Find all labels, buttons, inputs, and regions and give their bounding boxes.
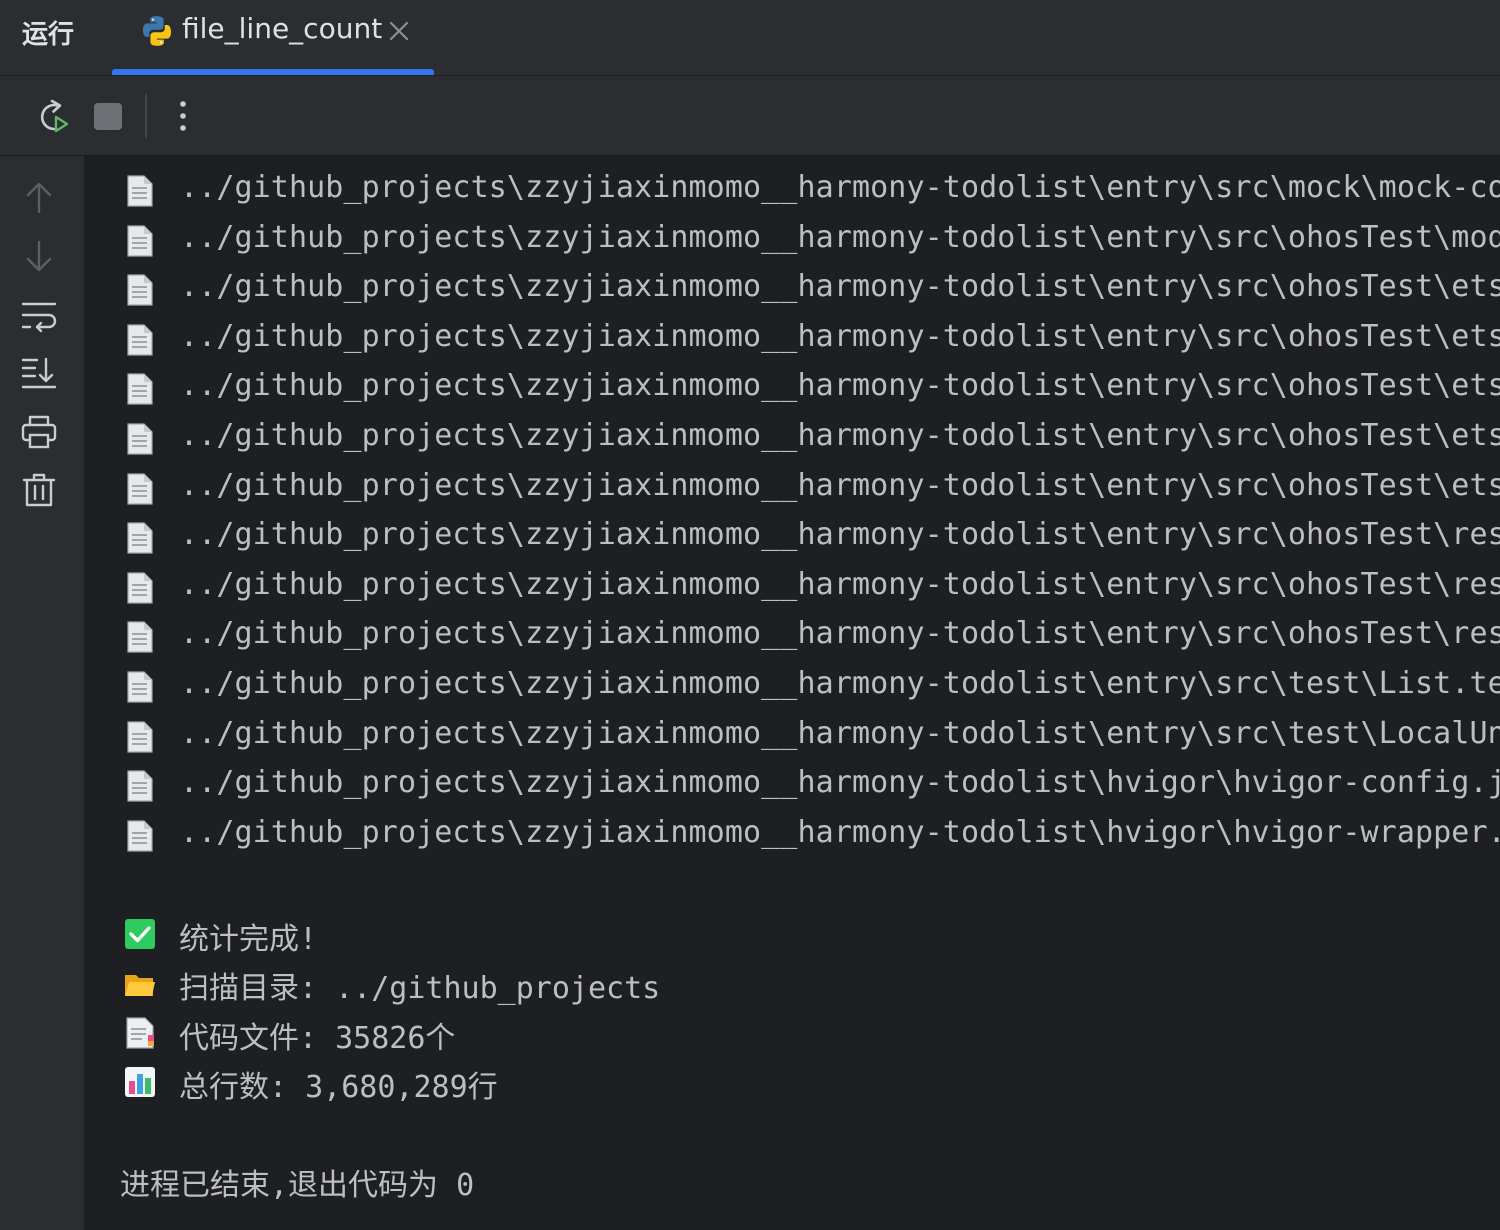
clipped-line: ../github_projects\zzyjiaxinmomo__harmon… [84,156,1500,160]
file-icon [127,423,153,455]
summary-code-files: 代码文件: 35826个 [84,1011,1500,1061]
summary-scan-dir: 扫描目录: ../github_projects [84,961,1500,1011]
console-line: ../github_projects\zzyjiaxinmomo__harmon… [84,366,1500,416]
tab-file-line-count[interactable]: file_line_count [112,0,434,75]
clipped-line-text: ../github_projects\zzyjiaxinmomo__harmon… [180,156,1500,157]
console-line: ../github_projects\zzyjiaxinmomo__harmon… [84,664,1500,714]
print-icon[interactable] [19,412,59,452]
file-icon [127,175,153,207]
summary-total-lines: 总行数: 3,680,289行 [84,1060,1500,1110]
file-icon [127,522,153,554]
summary-done-text: 统计完成! [179,922,318,957]
console-line: ../github_projects\zzyjiaxinmomo__harmon… [84,168,1500,218]
file-path: ../github_projects\zzyjiaxinmomo__harmon… [180,170,1500,205]
file-icon [127,820,153,852]
folder-icon [125,975,155,996]
trash-icon[interactable] [19,470,59,510]
run-toolbar [0,76,1500,156]
console-line: ../github_projects\zzyjiaxinmomo__harmon… [84,614,1500,664]
scroll-to-end-icon[interactable] [19,353,59,393]
arrow-down-icon[interactable] [19,236,59,276]
file-path: ../github_projects\zzyjiaxinmomo__harmon… [180,269,1500,305]
file-path: ../github_projects\zzyjiaxinmomo__harmon… [180,219,1500,255]
file-path: ../github_projects\zzyjiaxinmomo__harmon… [180,566,1500,602]
console-line: ../github_projects\zzyjiaxinmomo__harmon… [84,813,1500,863]
console-line: ../github_projects\zzyjiaxinmomo__harmon… [84,267,1500,317]
bar-chart-icon [125,1067,155,1097]
file-icon [127,572,153,604]
arrow-up-icon[interactable] [19,178,59,218]
file-path: ../github_projects\zzyjiaxinmomo__harmon… [180,368,1500,404]
file-path: ../github_projects\zzyjiaxinmomo__harmon… [180,616,1500,652]
tool-window-header: 运行 file_line_count [0,0,1500,76]
toolbar-separator [145,94,147,138]
file-icon [127,621,153,653]
file-icon [127,671,153,703]
console-line: ../github_projects\zzyjiaxinmomo__harmon… [84,317,1500,367]
file-icon [127,770,153,802]
console-line: ../github_projects\zzyjiaxinmomo__harmon… [84,565,1500,615]
active-tab-indicator [112,69,434,75]
summary-scan-dir-text: 扫描目录: ../github_projects [179,971,661,1006]
console-line: ../github_projects\zzyjiaxinmomo__harmon… [84,218,1500,268]
file-icon [127,373,153,405]
file-path: ../github_projects\zzyjiaxinmomo__harmon… [180,666,1500,701]
console-line: ../github_projects\zzyjiaxinmomo__harmon… [84,416,1500,466]
file-path: ../github_projects\zzyjiaxinmomo__harmon… [180,715,1500,751]
file-path: ../github_projects\zzyjiaxinmomo__harmon… [180,467,1500,503]
process-exit-message: 进程已结束,退出代码为 0 [120,1168,475,1203]
soft-wrap-icon[interactable] [19,296,59,336]
file-icon [127,324,153,356]
rerun-icon[interactable] [32,96,72,136]
console-line: ../github_projects\zzyjiaxinmomo__harmon… [84,466,1500,516]
stop-icon[interactable] [88,96,128,136]
console-line: ../github_projects\zzyjiaxinmomo__harmon… [84,515,1500,565]
file-path: ../github_projects\zzyjiaxinmomo__harmon… [180,418,1500,453]
run-tool-window: 运行 file_line_count ../github_projects\zz… [0,0,1500,1230]
summary-total-lines-text: 总行数: 3,680,289行 [179,1070,498,1105]
file-icon [127,720,153,753]
console-output[interactable]: ../github_projects\zzyjiaxinmomo__harmon… [84,156,1500,1230]
file-path: ../github_projects\zzyjiaxinmomo__harmon… [180,318,1500,354]
close-icon[interactable] [386,16,412,46]
file-icon [127,224,153,257]
file-icon [127,472,153,505]
file-icon [127,274,153,306]
tab-label: file_line_count [182,12,383,45]
console-side-toolbar [0,156,84,1230]
file-path: ../github_projects\zzyjiaxinmomo__harmon… [180,517,1500,553]
console-line: ../github_projects\zzyjiaxinmomo__harmon… [84,763,1500,813]
summary-code-files-text: 代码文件: 35826个 [179,1021,456,1056]
document-icon [126,1017,154,1049]
console-line: ../github_projects\zzyjiaxinmomo__harmon… [84,714,1500,764]
check-mark-icon [125,919,155,949]
file-path: ../github_projects\zzyjiaxinmomo__harmon… [180,814,1500,850]
tool-window-title: 运行 [22,20,75,50]
summary-done: 统计完成! [84,912,1500,962]
python-icon [142,16,172,46]
more-options-icon[interactable] [163,96,203,136]
file-path: ../github_projects\zzyjiaxinmomo__harmon… [180,765,1500,801]
